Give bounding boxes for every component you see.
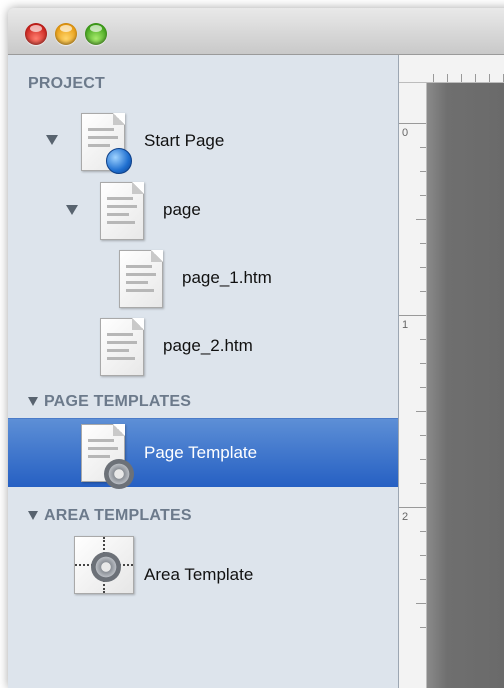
project-sidebar: PROJECT Start Page page page_1.htm page_… (8, 55, 399, 688)
vertical-ruler: 0 1 2 (399, 83, 427, 688)
globe-icon (106, 148, 132, 174)
tree-item-label: page_2.htm (163, 336, 253, 355)
page-document-icon (100, 182, 144, 240)
tree-item-label: Start Page (144, 131, 225, 150)
tree-item-label: page_1.htm (182, 268, 272, 287)
page-document-icon (81, 113, 132, 174)
template-document-icon (81, 424, 134, 489)
disclosure-triangle-icon[interactable] (28, 397, 38, 406)
area-template-icon (74, 536, 134, 594)
project-header: PROJECT (28, 75, 105, 92)
editor-canvas[interactable] (427, 83, 504, 688)
area-templates-header[interactable]: AREA TEMPLATES (44, 507, 192, 525)
tree-item-label: page (163, 200, 201, 219)
tree-item-page-template[interactable]: Page Template (8, 418, 398, 489)
minimize-window-button[interactable] (55, 23, 77, 45)
page-document-icon (100, 318, 144, 376)
disclosure-triangle-icon[interactable] (66, 205, 78, 215)
app-window: PROJECT Start Page page page_1.htm page_… (8, 8, 504, 688)
close-window-button[interactable] (25, 23, 47, 45)
gear-icon (91, 552, 121, 582)
ruler-mark: 0 (402, 127, 409, 139)
title-bar (8, 8, 504, 55)
page-templates-header[interactable]: PAGE TEMPLATES (44, 393, 191, 411)
page-document-icon (119, 250, 163, 308)
tree-item-label: Page Template (144, 443, 258, 462)
disclosure-triangle-icon[interactable] (46, 135, 58, 145)
gear-icon (104, 459, 134, 489)
horizontal-ruler (399, 55, 504, 83)
zoom-window-button[interactable] (85, 23, 107, 45)
ruler-mark: 1 (402, 319, 409, 331)
tree-item-label: Area Template (144, 565, 254, 584)
ruler-mark: 2 (402, 511, 409, 523)
disclosure-triangle-icon[interactable] (28, 511, 38, 520)
